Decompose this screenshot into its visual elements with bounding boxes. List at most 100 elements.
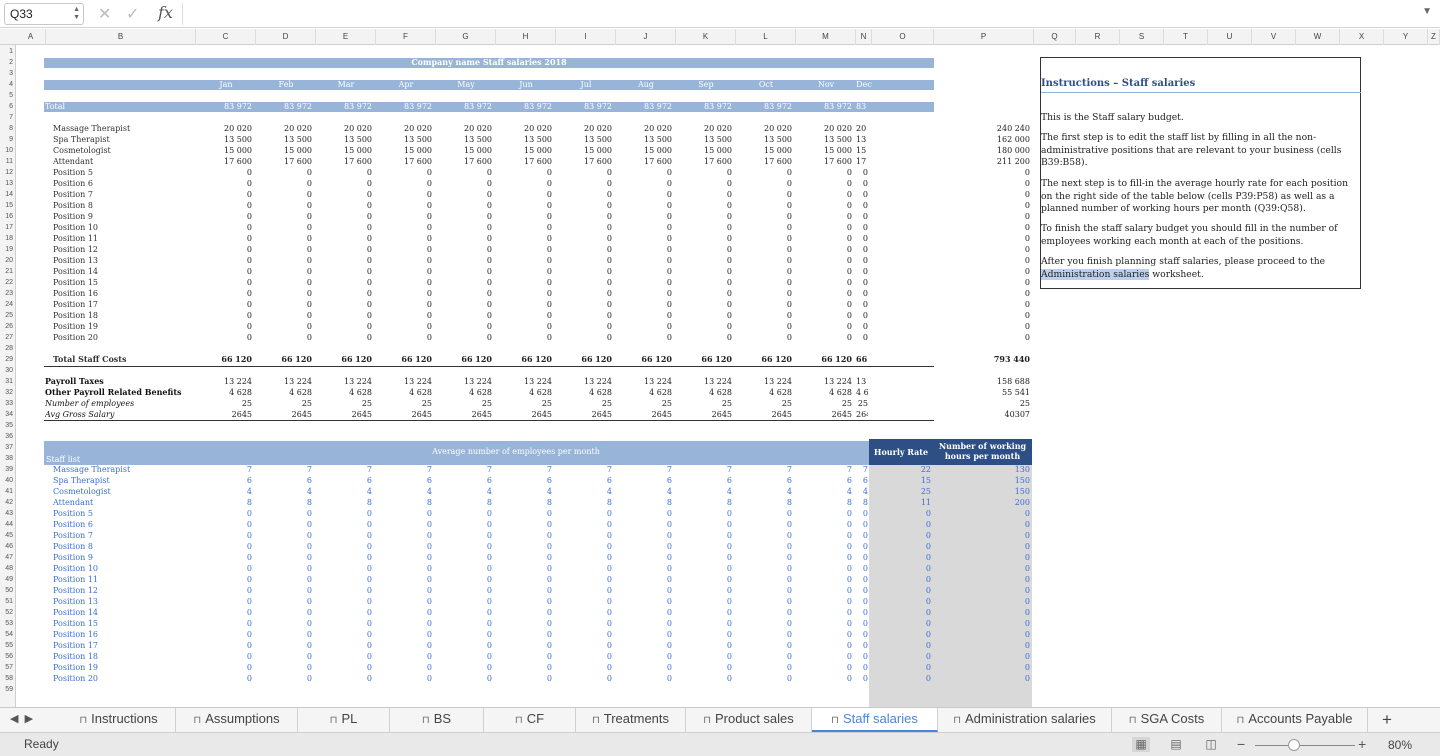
employees-input[interactable]: 0 <box>676 640 732 651</box>
row-header[interactable]: 18 <box>0 233 15 244</box>
staff-list-name[interactable]: Position 14 <box>53 607 203 618</box>
employees-input[interactable]: 0 <box>616 629 672 640</box>
employees-input[interactable]: 0 <box>676 651 732 662</box>
employees-input[interactable]: 0 <box>436 618 492 629</box>
employees-input[interactable]: 0 <box>556 585 612 596</box>
employees-input[interactable]: 0 <box>316 563 372 574</box>
name-box-spinner-icon[interactable]: ▲ ▼ <box>73 6 80 22</box>
hours-input[interactable]: 150 <box>933 486 1030 497</box>
row-header[interactable]: 1 <box>0 46 15 57</box>
employees-input[interactable]: 0 <box>736 651 792 662</box>
row-header[interactable]: 33 <box>0 398 15 409</box>
employees-input[interactable]: 8 <box>436 497 492 508</box>
hours-input[interactable]: 0 <box>933 563 1030 574</box>
employees-input[interactable]: 0 <box>616 607 672 618</box>
employees-input[interactable]: 0 <box>856 508 868 519</box>
employees-input[interactable]: 0 <box>856 673 868 684</box>
column-header-y[interactable]: Y <box>1384 29 1428 45</box>
employees-input[interactable]: 0 <box>676 563 732 574</box>
employees-input[interactable]: 0 <box>856 607 868 618</box>
row-header[interactable]: 14 <box>0 189 15 200</box>
row-header[interactable]: 16 <box>0 211 15 222</box>
column-header-i[interactable]: I <box>556 29 616 45</box>
employees-input[interactable]: 4 <box>736 486 792 497</box>
employees-input[interactable]: 4 <box>376 486 432 497</box>
employees-input[interactable]: 0 <box>256 673 312 684</box>
column-header-z[interactable]: Z <box>1428 29 1440 45</box>
hours-input[interactable]: 0 <box>933 640 1030 651</box>
staff-list-name[interactable]: Massage Therapist <box>53 464 203 475</box>
row-header[interactable]: 54 <box>0 629 15 640</box>
employees-input[interactable]: 0 <box>616 673 672 684</box>
tab-product-sales[interactable]: ⊓ Product sales <box>686 708 812 732</box>
employees-input[interactable]: 8 <box>676 497 732 508</box>
employees-input[interactable]: 0 <box>856 629 868 640</box>
employees-input[interactable]: 0 <box>316 519 372 530</box>
employees-input[interactable]: 0 <box>436 651 492 662</box>
hourly-rate-input[interactable]: 22 <box>869 464 931 475</box>
row-header[interactable]: 19 <box>0 244 15 255</box>
employees-input[interactable]: 0 <box>196 618 252 629</box>
staff-list-name[interactable]: Position 9 <box>53 552 203 563</box>
employees-input[interactable]: 4 <box>316 486 372 497</box>
employees-input[interactable]: 0 <box>676 662 732 673</box>
employees-input[interactable]: 0 <box>796 519 852 530</box>
employees-input[interactable]: 8 <box>376 497 432 508</box>
column-header-q[interactable]: Q <box>1034 29 1076 45</box>
column-header-r[interactable]: R <box>1076 29 1120 45</box>
employees-input[interactable]: 0 <box>376 651 432 662</box>
employees-input[interactable]: 0 <box>256 662 312 673</box>
tab-scroll-arrows-icon[interactable]: ◀ ▶ <box>10 712 33 725</box>
row-header[interactable]: 6 <box>0 101 15 112</box>
employees-input[interactable]: 0 <box>316 651 372 662</box>
employees-input[interactable]: 0 <box>556 519 612 530</box>
employees-input[interactable]: 0 <box>376 519 432 530</box>
hours-input[interactable]: 0 <box>933 607 1030 618</box>
column-header-m[interactable]: M <box>796 29 856 45</box>
normal-view-icon[interactable]: ▦ <box>1132 737 1150 752</box>
tab-instructions[interactable]: ⊓ Instructions <box>62 708 176 732</box>
column-header-t[interactable]: T <box>1164 29 1208 45</box>
hourly-rate-input[interactable]: 0 <box>869 629 931 640</box>
employees-input[interactable]: 0 <box>616 519 672 530</box>
administration-salaries-link[interactable]: Administration salaries <box>1041 268 1150 280</box>
employees-input[interactable]: 6 <box>796 475 852 486</box>
staff-list-name[interactable]: Position 20 <box>53 673 203 684</box>
row-header[interactable]: 27 <box>0 332 15 343</box>
tab-pl[interactable]: ⊓ PL <box>298 708 390 732</box>
hourly-rate-input[interactable]: 0 <box>869 530 931 541</box>
column-header-p[interactable]: P <box>934 29 1034 45</box>
hourly-rate-input[interactable]: 0 <box>869 640 931 651</box>
employees-input[interactable]: 0 <box>256 508 312 519</box>
staff-list-name[interactable]: Position 5 <box>53 508 203 519</box>
employees-input[interactable]: 6 <box>436 475 492 486</box>
employees-input[interactable]: 0 <box>496 552 552 563</box>
employees-input[interactable]: 4 <box>556 486 612 497</box>
row-header[interactable]: 31 <box>0 376 15 387</box>
employees-input[interactable]: 0 <box>316 640 372 651</box>
employees-input[interactable]: 0 <box>736 563 792 574</box>
row-header[interactable]: 22 <box>0 277 15 288</box>
row-header[interactable]: 49 <box>0 574 15 585</box>
hourly-rate-input[interactable]: 0 <box>869 596 931 607</box>
tab-cf[interactable]: ⊓ CF <box>484 708 576 732</box>
row-header[interactable]: 59 <box>0 684 15 695</box>
employees-input[interactable]: 0 <box>256 618 312 629</box>
row-header[interactable]: 15 <box>0 200 15 211</box>
staff-list-name[interactable]: Position 15 <box>53 618 203 629</box>
employees-input[interactable]: 0 <box>496 563 552 574</box>
hours-input[interactable]: 200 <box>933 497 1030 508</box>
employees-input[interactable]: 0 <box>436 519 492 530</box>
hourly-rate-input[interactable]: 15 <box>869 475 931 486</box>
name-box[interactable]: Q33 ▲ ▼ <box>4 3 84 25</box>
employees-input[interactable]: 0 <box>436 629 492 640</box>
row-header[interactable]: 52 <box>0 607 15 618</box>
employees-input[interactable]: 6 <box>856 475 868 486</box>
row-header[interactable]: 17 <box>0 222 15 233</box>
employees-input[interactable]: 7 <box>616 464 672 475</box>
employees-input[interactable]: 0 <box>376 673 432 684</box>
column-header-x[interactable]: X <box>1340 29 1384 45</box>
employees-input[interactable]: 0 <box>196 596 252 607</box>
employees-input[interactable]: 8 <box>736 497 792 508</box>
employees-input[interactable]: 0 <box>316 607 372 618</box>
